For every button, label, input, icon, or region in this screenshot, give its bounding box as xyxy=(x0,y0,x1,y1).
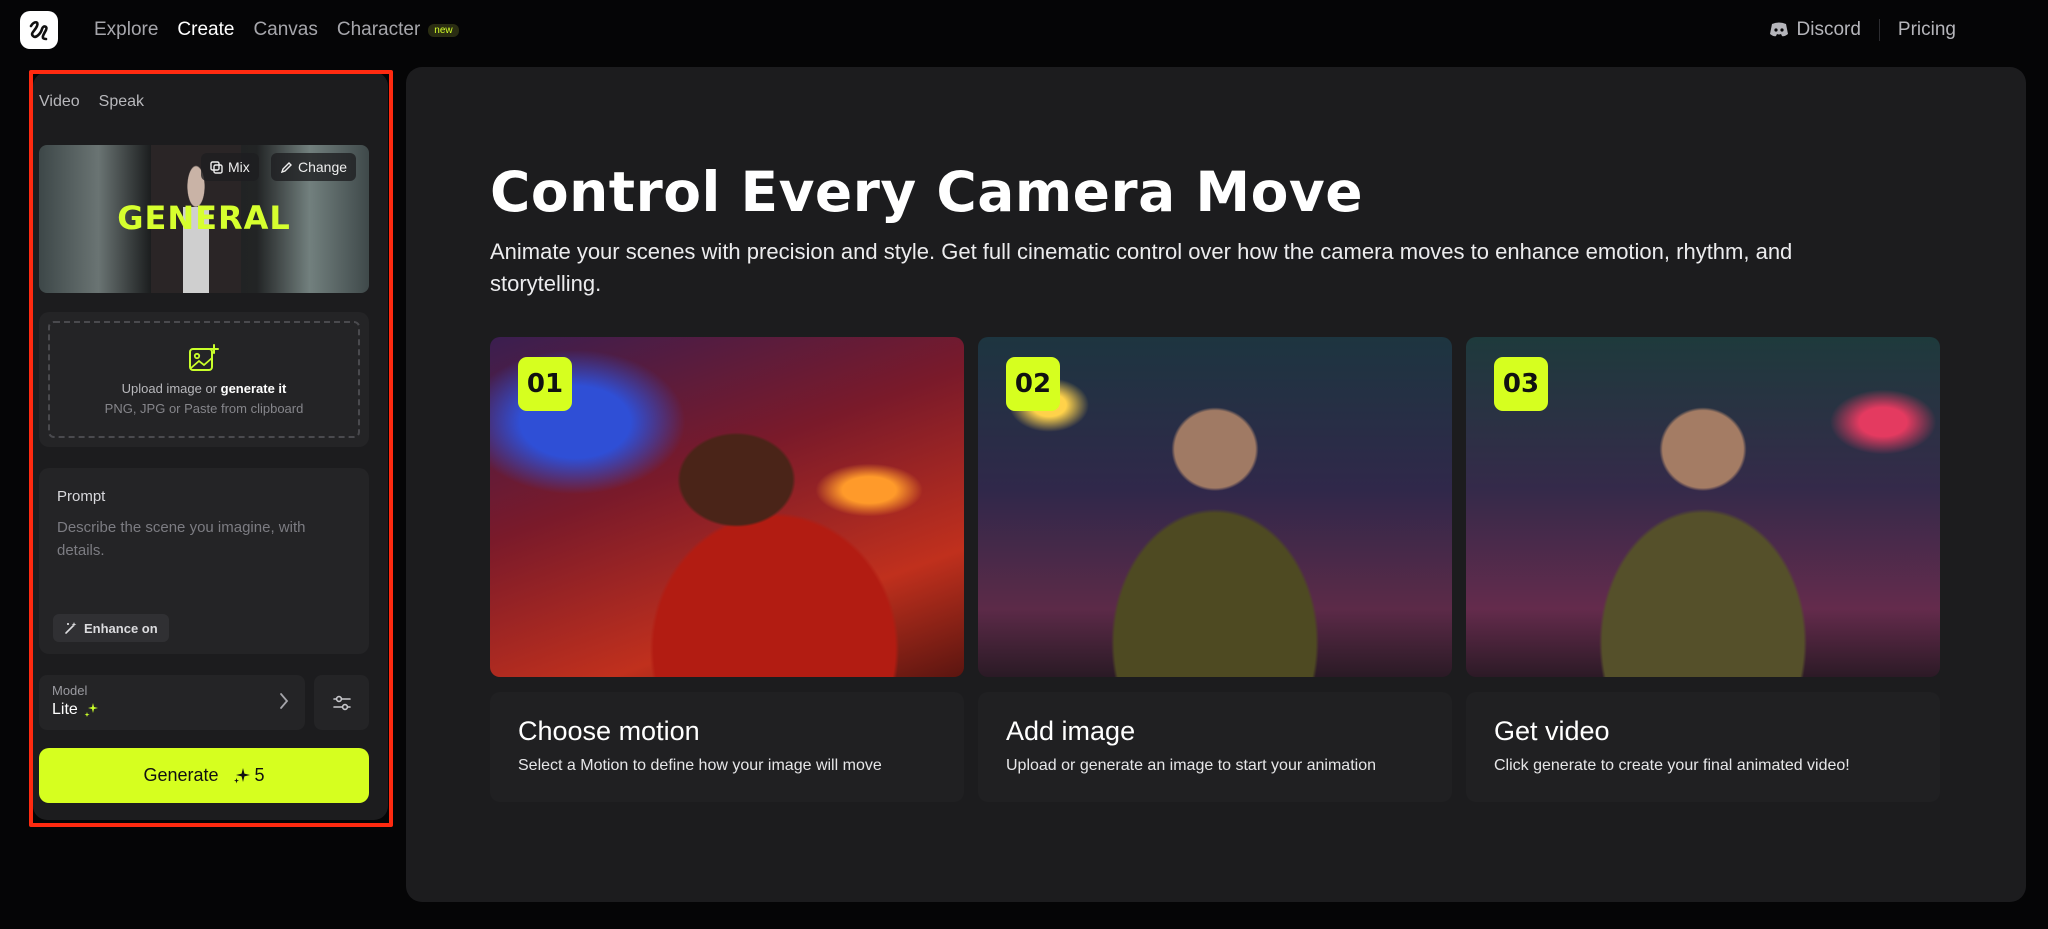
step-title-1: Choose motion xyxy=(518,716,700,746)
discord-link[interactable]: Discord xyxy=(1769,19,1880,41)
step-image-3: 03 xyxy=(1466,337,1940,677)
sliders-icon xyxy=(332,695,351,710)
mix-button[interactable]: Mix xyxy=(201,153,259,181)
prompt-card[interactable]: Prompt Describe the scene you imagine, w… xyxy=(39,468,369,654)
upload-prefix: Upload image or xyxy=(121,381,221,396)
model-selector[interactable]: Model Lite xyxy=(39,675,305,730)
copy-icon xyxy=(210,160,223,174)
pencil-icon xyxy=(280,161,292,173)
preview-overlay-text: GENERAL xyxy=(117,199,291,237)
prompt-input[interactable]: Describe the scene you imagine, with det… xyxy=(57,516,347,562)
nav-character[interactable]: Character new xyxy=(337,19,459,41)
generate-label: Generate xyxy=(143,765,219,785)
upload-dropzone[interactable]: Upload image or generate it PNG, JPG or … xyxy=(48,321,360,438)
discord-label: Discord xyxy=(1796,19,1861,40)
step-title-3: Get video xyxy=(1494,716,1610,746)
nav-canvas[interactable]: Canvas xyxy=(253,19,317,41)
squiggle-logo-icon xyxy=(29,20,48,41)
page-title: Control Every Camera Move xyxy=(490,160,1364,224)
model-name: Lite xyxy=(52,701,78,718)
upload-instructions: Upload image or generate it xyxy=(122,381,287,396)
step-desc-2: Upload or generate an image to start you… xyxy=(1006,757,1376,774)
mix-label: Mix xyxy=(228,159,250,175)
step-number-2: 02 xyxy=(1006,357,1060,411)
magic-wand-icon xyxy=(65,622,77,634)
app-logo[interactable] xyxy=(20,11,58,49)
model-label: Model xyxy=(52,683,88,698)
step-image-1: 01 xyxy=(490,337,964,677)
step-image-2: 02 xyxy=(978,337,1452,677)
chevron-right-icon xyxy=(280,693,289,709)
step-number-3: 03 xyxy=(1494,357,1548,411)
sparkle-icon xyxy=(233,767,250,783)
credit-cost: 5 xyxy=(233,765,265,786)
generate-button[interactable]: Generate 5 xyxy=(39,748,369,803)
step-card-2: Add image Upload or generate an image to… xyxy=(978,692,1452,802)
enhance-toggle[interactable]: Enhance on xyxy=(53,614,169,642)
upload-card: Upload image or generate it PNG, JPG or … xyxy=(39,312,369,447)
nav-create[interactable]: Create xyxy=(177,19,234,41)
credit-count: 5 xyxy=(254,765,265,785)
model-value: Lite xyxy=(52,701,100,719)
main-nav: Explore Create Canvas Character new xyxy=(94,19,459,41)
upload-formats: PNG, JPG or Paste from clipboard xyxy=(104,401,304,416)
tab-video[interactable]: Video xyxy=(39,93,80,111)
top-right-links: Discord Pricing xyxy=(1769,19,1956,41)
change-button[interactable]: Change xyxy=(271,153,357,181)
change-label: Change xyxy=(298,159,348,175)
add-image-icon xyxy=(189,344,219,371)
prompt-label: Prompt xyxy=(57,488,106,505)
step-desc-3: Click generate to create your final anim… xyxy=(1494,757,1850,774)
enhance-label: Enhance on xyxy=(84,620,158,636)
step-desc-1: Select a Motion to define how your image… xyxy=(518,757,882,774)
nav-explore[interactable]: Explore xyxy=(94,19,158,41)
new-badge: new xyxy=(428,23,459,37)
page-description: Animate your scenes with precision and s… xyxy=(490,239,1793,296)
pricing-link[interactable]: Pricing xyxy=(1880,19,1956,41)
motion-preview[interactable]: GENERAL Mix Change xyxy=(39,145,369,293)
step-card-1: Choose motion Select a Motion to define … xyxy=(490,692,964,802)
nav-character-label: Character xyxy=(336,19,421,40)
discord-icon xyxy=(1769,22,1788,37)
generate-it-link[interactable]: generate it xyxy=(221,381,287,396)
mode-tabs: Video Speak xyxy=(39,93,144,111)
settings-button[interactable] xyxy=(314,675,369,730)
step-card-3: Get video Click generate to create your … xyxy=(1466,692,1940,802)
tab-speak[interactable]: Speak xyxy=(99,93,144,111)
sparkle-icon xyxy=(84,703,98,717)
step-number-1: 01 xyxy=(518,357,572,411)
step-title-2: Add image xyxy=(1006,716,1136,746)
